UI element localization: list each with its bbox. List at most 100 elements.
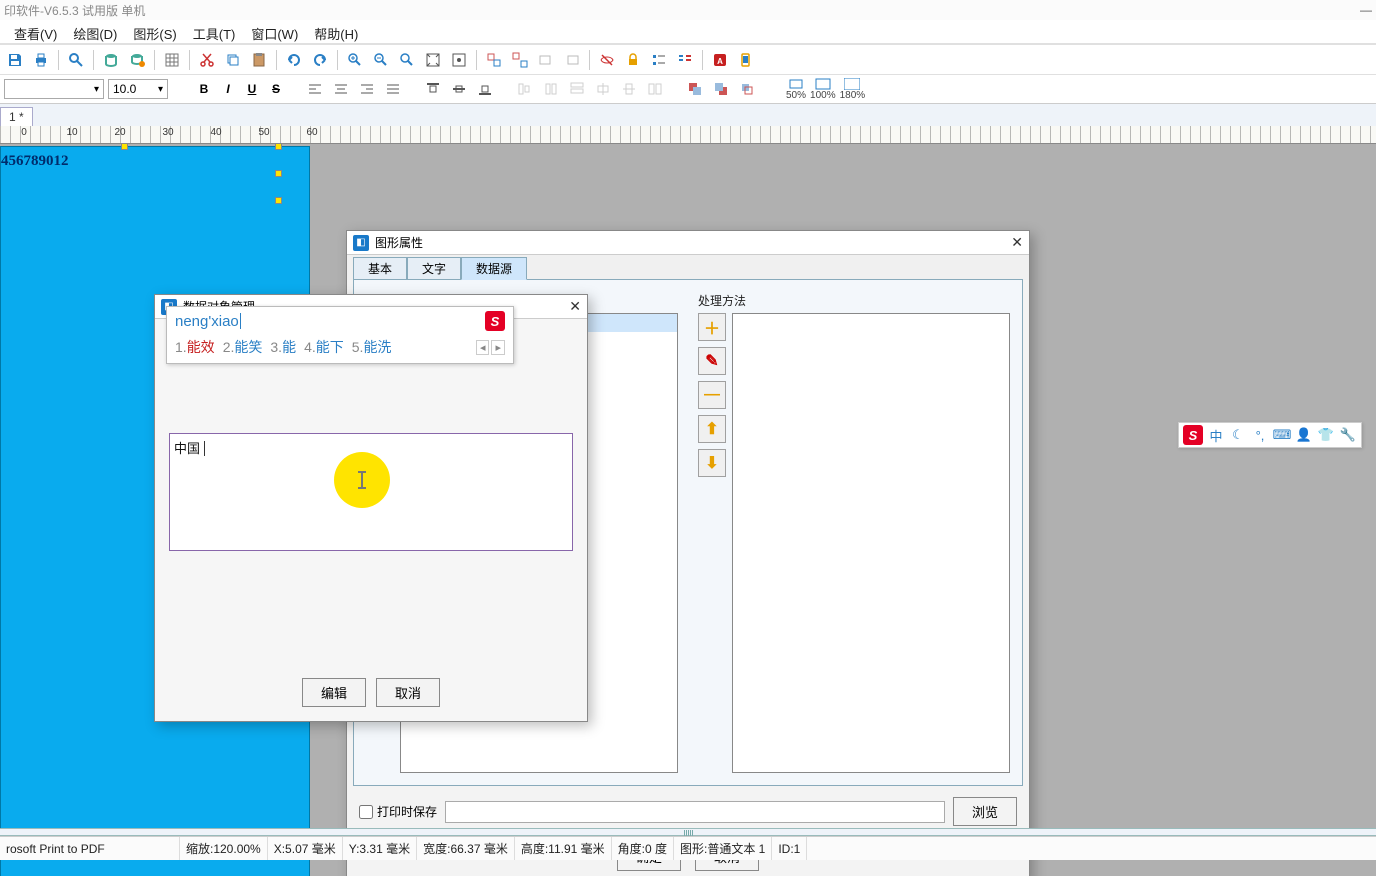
zoom-in-icon[interactable] (344, 49, 366, 71)
zoom-out-icon[interactable] (370, 49, 392, 71)
obj-align-2-icon[interactable] (540, 78, 562, 100)
zoom-50-button[interactable]: 50% (786, 78, 806, 101)
svg-text:A: A (717, 57, 723, 66)
align-justify-icon[interactable] (382, 78, 404, 100)
zoom-reset-icon[interactable] (396, 49, 418, 71)
menu-window[interactable]: 窗口(W) (243, 22, 306, 41)
splitter[interactable] (0, 828, 1376, 836)
minimize-icon[interactable]: — (1360, 3, 1372, 17)
underline-button[interactable]: U (242, 82, 262, 96)
close-icon[interactable]: ✕ (1011, 234, 1023, 251)
bold-button[interactable]: B (194, 82, 214, 96)
copy-icon[interactable] (222, 49, 244, 71)
ime-candidate-5[interactable]: 5.能洗 (352, 337, 392, 357)
tab-text[interactable]: 文字 (407, 257, 461, 280)
ime-wrench-icon[interactable]: 🔧 (1339, 426, 1357, 444)
list-icon[interactable] (648, 49, 670, 71)
undo-icon[interactable] (283, 49, 305, 71)
text-object[interactable]: 456789012 (1, 153, 69, 170)
ime-toolbar[interactable]: S 中 ☾ °, ⌨ 👤 👕 🔧 (1178, 422, 1362, 448)
move-down-button[interactable]: ⬇ (698, 449, 726, 477)
move-up-button[interactable]: ⬆ (698, 415, 726, 443)
valign-mid-icon[interactable] (448, 78, 470, 100)
ime-candidate-panel: neng'xiao S 1.能效 2.能笑 3.能 4.能下 5.能洗 ◂▸ (166, 306, 514, 364)
selection-handle[interactable] (275, 197, 282, 204)
db-sync-icon[interactable] (126, 49, 148, 71)
db-icon[interactable] (100, 49, 122, 71)
mobile-icon[interactable] (735, 49, 757, 71)
ime-lang-toggle[interactable]: 中 (1207, 426, 1225, 444)
process-method-list[interactable] (732, 313, 1010, 773)
ime-candidate-4[interactable]: 4.能下 (304, 337, 344, 357)
status-angle: 角度:0 度 (612, 837, 674, 860)
doc-tab[interactable]: 1 * (0, 107, 33, 126)
menu-shape[interactable]: 图形(S) (125, 22, 184, 41)
save-icon[interactable] (4, 49, 26, 71)
close-icon[interactable]: ✕ (569, 298, 581, 315)
group-icon[interactable] (483, 49, 505, 71)
obj-align-3-icon[interactable] (566, 78, 588, 100)
selection-handle[interactable] (121, 143, 128, 150)
grid-icon[interactable] (161, 49, 183, 71)
selection-handle[interactable] (275, 170, 282, 177)
cut-icon[interactable] (196, 49, 218, 71)
zoom-icon[interactable] (65, 49, 87, 71)
ime-shirt-icon[interactable]: 👕 (1317, 426, 1335, 444)
ruler-horizontal-right (1030, 126, 1376, 144)
align-center-icon[interactable] (330, 78, 352, 100)
menu-help[interactable]: 帮助(H) (306, 22, 366, 41)
fit-icon[interactable] (422, 49, 444, 71)
edit-button[interactable]: 编辑 (302, 678, 366, 707)
fit-width-icon[interactable] (448, 49, 470, 71)
send-back-icon[interactable] (710, 78, 732, 100)
menu-tool[interactable]: 工具(T) (185, 22, 244, 41)
ime-moon-icon[interactable]: ☾ (1229, 426, 1247, 444)
cancel-button[interactable]: 取消 (376, 678, 440, 707)
zoom-100-button[interactable]: 100% (810, 78, 836, 101)
tab-basic[interactable]: 基本 (353, 257, 407, 280)
font-size-dropdown[interactable]: 10.0▾ (108, 79, 168, 99)
align-left-icon[interactable] (304, 78, 326, 100)
dialog-title-bar[interactable]: ◧ 图形属性 ✕ (347, 231, 1029, 255)
align-right-icon[interactable] (356, 78, 378, 100)
tab-data-source[interactable]: 数据源 (461, 257, 527, 280)
save-on-print-checkbox[interactable]: 打印时保存 (359, 803, 437, 820)
ime-keyboard-icon[interactable]: ⌨ (1273, 426, 1291, 444)
font-family-dropdown[interactable]: ▾ (4, 79, 104, 99)
print-icon[interactable] (30, 49, 52, 71)
redo-icon[interactable] (309, 49, 331, 71)
menu-draw[interactable]: 绘图(D) (65, 22, 125, 41)
obj-align-1-icon[interactable] (514, 78, 536, 100)
ime-candidate-3[interactable]: 3.能 (270, 337, 296, 357)
selection-handle[interactable] (275, 143, 282, 150)
paste-icon[interactable] (248, 49, 270, 71)
pdf-icon[interactable]: A (709, 49, 731, 71)
strike-button[interactable]: S (266, 82, 286, 96)
obj-align-5-icon[interactable] (618, 78, 640, 100)
ime-person-icon[interactable]: 👤 (1295, 426, 1313, 444)
menu-view[interactable]: 查看(V) (6, 22, 65, 41)
eye-off-icon[interactable] (596, 49, 618, 71)
forward-icon[interactable] (736, 78, 758, 100)
obj-align-4-icon[interactable] (592, 78, 614, 100)
ungroup-icon[interactable] (509, 49, 531, 71)
save-path-field[interactable] (445, 801, 945, 823)
add-method-button[interactable]: ＋ (698, 313, 726, 341)
bring-front-icon[interactable] (684, 78, 706, 100)
remove-method-button[interactable]: — (698, 381, 726, 409)
valign-bot-icon[interactable] (474, 78, 496, 100)
edit-method-button[interactable]: ✎ (698, 347, 726, 375)
ime-candidate-1[interactable]: 1.能效 (175, 337, 215, 357)
lock-icon[interactable] (622, 49, 644, 71)
ime-page-nav[interactable]: ◂▸ (476, 337, 505, 357)
browse-button[interactable]: 浏览 (953, 797, 1017, 826)
italic-button[interactable]: I (218, 82, 238, 96)
zoom-180-button[interactable]: 180% (840, 78, 866, 101)
obj-align-6-icon[interactable] (644, 78, 666, 100)
layers-icon[interactable] (535, 49, 557, 71)
ime-candidate-2[interactable]: 2.能笑 (223, 337, 263, 357)
dash-icon[interactable] (674, 49, 696, 71)
valign-top-icon[interactable] (422, 78, 444, 100)
layers2-icon[interactable] (561, 49, 583, 71)
ime-punct-icon[interactable]: °, (1251, 426, 1269, 444)
